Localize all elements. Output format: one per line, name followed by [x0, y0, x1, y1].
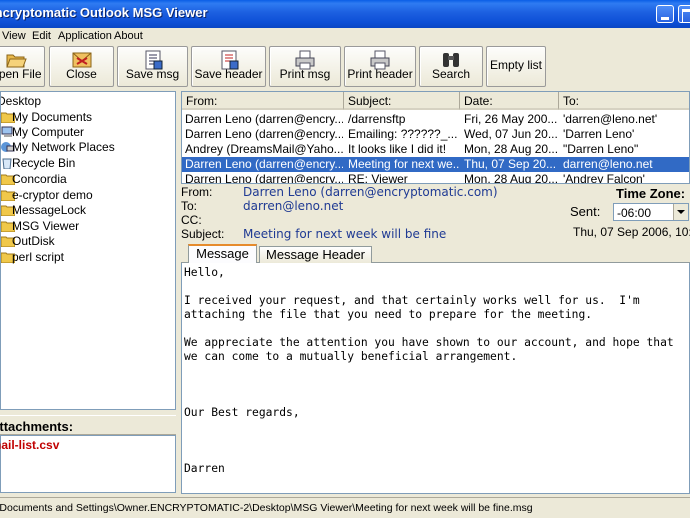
menu-view[interactable]: View	[2, 30, 26, 42]
cc-label: CC:	[181, 213, 202, 227]
subject-label: Subject:	[181, 227, 225, 241]
chevron-down-icon[interactable]	[673, 204, 688, 220]
to-label: To:	[181, 199, 198, 213]
table-row[interactable]: Darren Leno (darren@encry... Emailing: ?…	[182, 127, 689, 142]
timezone-select[interactable]: -06:00	[613, 203, 689, 221]
attachments-list: email-list.csv	[0, 435, 176, 493]
toolbar: Open File Close Save msg Save header Pri…	[0, 46, 690, 90]
column-subject[interactable]: Subject:	[344, 92, 460, 110]
tab-message[interactable]: Message	[188, 244, 257, 263]
subject-value: Meeting for next week will be fine	[243, 227, 447, 241]
folder-tree[interactable]: Desktop My Documents My Computer My Netw…	[0, 91, 176, 410]
save-header-button[interactable]: Save header	[191, 46, 266, 87]
message-header-panel: From: Darren Leno (darren@encryptomatic.…	[181, 184, 690, 244]
column-date[interactable]: Date:	[460, 92, 559, 110]
table-row[interactable]: Darren Leno (darren@encry... /darrensftp…	[182, 112, 689, 127]
empty-list-button[interactable]: Empty list	[486, 46, 546, 87]
from-value: Darren Leno (darren@encryptomatic.com)	[243, 185, 498, 199]
attachments-title: Attachments:	[0, 419, 74, 434]
title-bar: Encryptomatic Outlook MSG Viewer	[0, 0, 690, 28]
column-from[interactable]: From:	[182, 92, 344, 110]
column-to[interactable]: To:	[559, 92, 689, 110]
print-header-button[interactable]: Print header	[344, 46, 416, 87]
menu-edit[interactable]: Edit	[32, 30, 51, 42]
from-label: From:	[181, 185, 213, 199]
save-msg-button[interactable]: Save msg	[117, 46, 188, 87]
status-bar: C:\Documents and Settings\Owner.ENCRYPTO…	[0, 497, 690, 518]
menu-about[interactable]: About	[114, 30, 143, 42]
sent-label: Sent:	[570, 204, 601, 219]
table-row-selected[interactable]: Darren Leno (darren@encry... Meeting for…	[182, 157, 689, 172]
print-msg-button[interactable]: Print msg	[269, 46, 341, 87]
close-button[interactable]: Close	[49, 46, 114, 87]
attachment-file[interactable]: email-list.csv	[0, 438, 59, 452]
table-row[interactable]: Andrey (DreamsMail@Yaho... It looks like…	[182, 142, 689, 157]
window-title: Encryptomatic Outlook MSG Viewer	[0, 5, 208, 20]
tab-message-header[interactable]: Message Header	[259, 246, 372, 263]
open-file-button[interactable]: Open File	[0, 46, 45, 87]
message-list: From: Subject: Date: To: Darren Leno (da…	[181, 91, 690, 184]
tab-bar: Message Message Header	[181, 244, 690, 263]
attachments-header: Attachments:	[0, 415, 176, 435]
table-row[interactable]: Darren Leno (darren@encry... RE: Viewer …	[182, 172, 689, 183]
message-body[interactable]: Hello, I received your request, and that…	[181, 263, 690, 494]
search-button[interactable]: Search	[419, 46, 483, 87]
to-value: darren@leno.net	[243, 199, 344, 213]
timezone-title: Time Zone:	[616, 186, 686, 201]
timezone-value: -06:00	[617, 206, 652, 220]
minimize-button[interactable]	[656, 5, 674, 23]
menu-bar: View Edit Application About	[0, 28, 690, 46]
menu-application[interactable]: Application	[58, 30, 112, 42]
sent-date: Thu, 07 Sep 2006, 10:2	[573, 225, 690, 239]
maximize-button[interactable]	[678, 5, 690, 23]
file-path: C:\Documents and Settings\Owner.ENCRYPTO…	[0, 502, 533, 514]
